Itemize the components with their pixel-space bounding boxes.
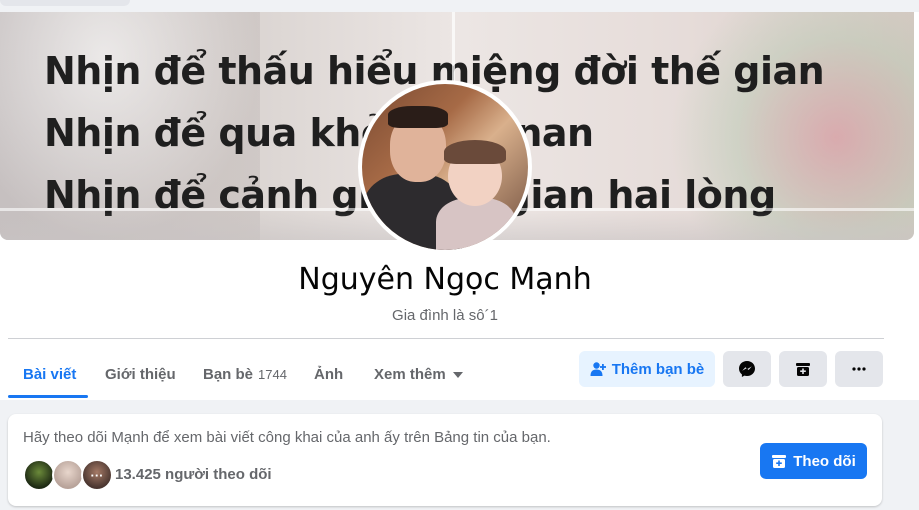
box-icon	[796, 363, 810, 376]
top-strip	[0, 0, 919, 12]
follow-button-label: Theo dõi	[793, 452, 856, 470]
avatar-photo	[362, 84, 528, 250]
add-follow-icon	[772, 455, 787, 468]
user-plus-icon	[590, 362, 606, 376]
add-friend-label: Thêm bạn bè	[611, 360, 705, 378]
tab-photos-label: Ảnh	[314, 365, 344, 383]
follow-button[interactable]: Theo dõi	[760, 443, 867, 479]
active-tab-underline	[8, 395, 88, 398]
profile-avatar[interactable]	[358, 80, 532, 254]
profile-bio: Gia đình là sô´1	[392, 307, 498, 324]
tab-photos[interactable]: Ảnh	[314, 350, 343, 398]
messenger-icon	[739, 361, 755, 377]
follower-avatar-more[interactable]: ···	[81, 459, 113, 491]
right-edge	[914, 12, 919, 240]
tab-about-label: Giới thiệu	[105, 365, 176, 383]
more-options-button[interactable]	[835, 351, 883, 387]
tab-more-label: Xem thêm	[374, 365, 446, 383]
follow-card: Hãy theo dõi Mạnh để xem bài viết công k…	[8, 414, 882, 506]
tab-friends-label: Bạn bè	[203, 365, 254, 383]
profile-name: Nguyên Ngọc Mạnh	[298, 262, 592, 297]
tab-about[interactable]: Giới thiệu	[105, 350, 176, 398]
wishlist-button[interactable]	[779, 351, 827, 387]
caret-down-icon	[452, 372, 463, 378]
friends-count: 1744	[258, 366, 287, 382]
follower-avatar[interactable]	[23, 459, 55, 491]
tab-posts-label: Bài viết	[23, 365, 77, 383]
header-divider	[8, 338, 884, 339]
more-dots: ···	[90, 467, 104, 483]
tab-more[interactable]: Xem thêm	[374, 350, 463, 398]
follower-avatars[interactable]: ···	[23, 459, 113, 491]
follower-avatar[interactable]	[52, 459, 84, 491]
avatar-man-hair	[388, 106, 448, 128]
add-friend-button[interactable]: Thêm bạn bè	[579, 351, 715, 387]
scroll-pill	[0, 0, 130, 6]
follow-message: Hãy theo dõi Mạnh để xem bài viết công k…	[23, 429, 551, 446]
tab-posts[interactable]: Bài viết	[23, 350, 76, 398]
more-horizontal-icon	[852, 367, 866, 371]
followers-count[interactable]: 13.425 người theo dõi	[115, 466, 272, 483]
avatar-girl-hair	[444, 140, 506, 164]
tab-friends[interactable]: Bạn bè 1744	[203, 350, 287, 398]
message-button[interactable]	[723, 351, 771, 387]
